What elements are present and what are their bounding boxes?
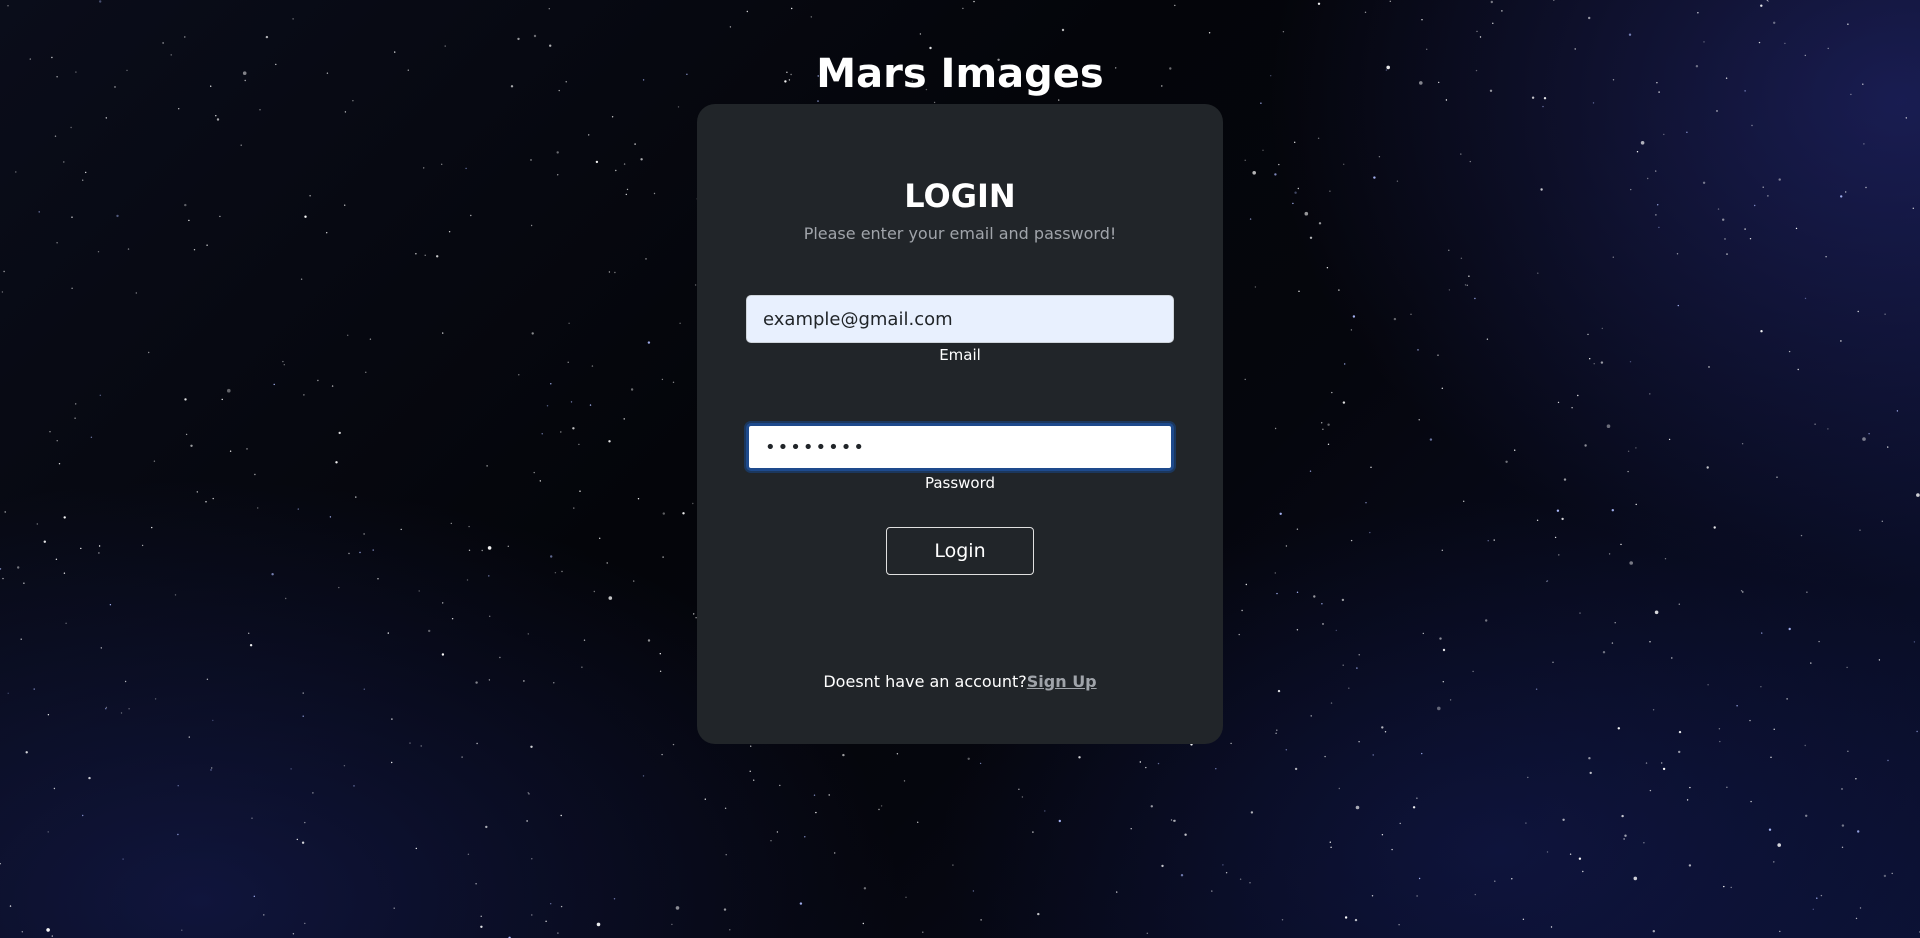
login-card: LOGIN Please enter your email and passwo… (697, 104, 1223, 744)
signup-prompt: Doesnt have an account? (823, 672, 1027, 691)
password-input[interactable] (746, 423, 1174, 471)
app-title: Mars Images (816, 51, 1104, 97)
login-subtitle: Please enter your email and password! (803, 224, 1117, 243)
signup-row: Doesnt have an account?Sign Up (697, 672, 1223, 691)
password-label: Password (924, 474, 996, 492)
login-button[interactable]: Login (886, 527, 1034, 575)
login-heading: LOGIN (904, 177, 1016, 215)
email-input[interactable] (746, 295, 1174, 343)
signup-link[interactable]: Sign Up (1027, 672, 1097, 691)
email-label: Email (939, 346, 981, 364)
